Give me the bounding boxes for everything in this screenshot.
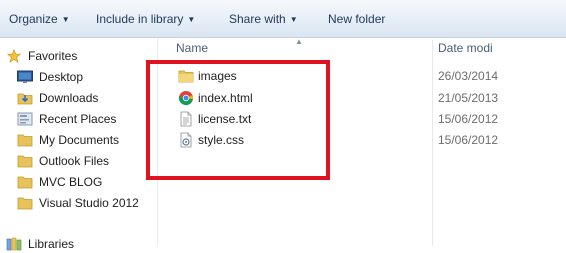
file-date: 15/06/2012 bbox=[438, 133, 499, 147]
new-folder-label: New folder bbox=[328, 12, 386, 26]
highlight-annotation-box bbox=[146, 60, 330, 180]
folder-icon bbox=[17, 197, 33, 210]
organize-label: Organize bbox=[9, 12, 58, 26]
include-in-library-label: Include in library bbox=[96, 12, 184, 26]
organize-button[interactable]: Organize ▼ bbox=[9, 11, 70, 27]
navigation-pane: Favorites Desktop Downloads Recent Place… bbox=[0, 38, 158, 251]
include-in-library-button[interactable]: Include in library ▼ bbox=[96, 11, 195, 27]
share-with-button[interactable]: Share with ▼ bbox=[229, 11, 298, 27]
sort-ascending-icon: ▲ bbox=[295, 37, 303, 46]
favorites-label: Favorites bbox=[28, 49, 78, 63]
nav-item-label: My Documents bbox=[39, 133, 120, 147]
folder-icon bbox=[17, 155, 33, 168]
folder-icon bbox=[17, 134, 33, 147]
desktop-icon bbox=[17, 70, 33, 83]
chevron-down-icon: ▼ bbox=[187, 15, 196, 24]
nav-item-label: MVC BLOG bbox=[39, 175, 103, 189]
share-with-label: Share with bbox=[229, 12, 286, 26]
column-header-date-modified[interactable]: Date modi bbox=[438, 38, 566, 58]
column-header-date-label: Date modi bbox=[438, 41, 493, 55]
column-header-name-label: Name bbox=[176, 41, 209, 55]
nav-item-label: Desktop bbox=[39, 70, 84, 84]
command-bar: Organize ▼ Include in library ▼ Share with… bbox=[0, 0, 566, 38]
downloads-folder-icon bbox=[17, 93, 33, 105]
new-folder-button[interactable]: New folder bbox=[328, 11, 385, 27]
nav-item-label: Downloads bbox=[39, 91, 99, 105]
file-date: 15/06/2012 bbox=[438, 112, 499, 126]
folder-icon bbox=[17, 176, 33, 189]
star-icon bbox=[6, 49, 22, 63]
recent-places-icon bbox=[17, 112, 33, 126]
chevron-down-icon: ▼ bbox=[289, 15, 298, 24]
nav-item-label: Recent Places bbox=[39, 112, 117, 126]
libraries-icon bbox=[6, 237, 22, 251]
nav-item-label: Outlook Files bbox=[39, 154, 110, 168]
file-date: 26/03/2014 bbox=[438, 69, 499, 83]
chevron-down-icon: ▼ bbox=[61, 15, 70, 24]
file-date: 21/05/2013 bbox=[438, 91, 499, 105]
nav-item-label: Visual Studio 2012 bbox=[39, 196, 139, 210]
libraries-label: Libraries bbox=[28, 237, 75, 251]
